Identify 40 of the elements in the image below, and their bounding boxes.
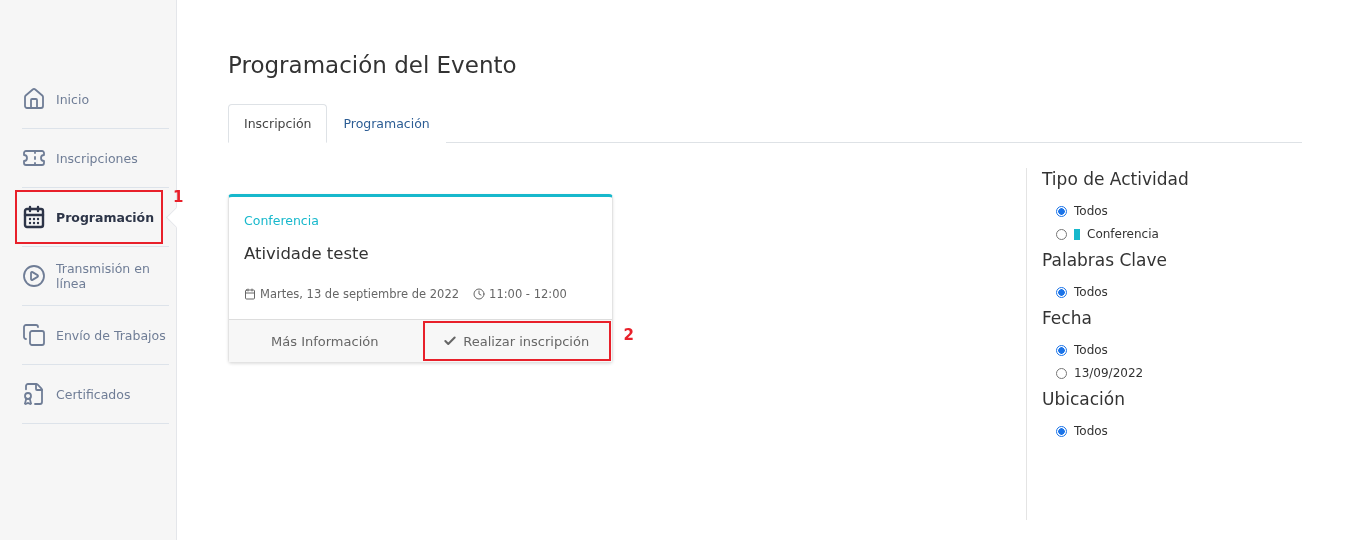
- info-button[interactable]: Más Información: [229, 320, 421, 362]
- annotation-number: 2: [623, 326, 634, 344]
- radio-button[interactable]: [1056, 367, 1067, 379]
- sidebar-item[interactable]: Inscripciones: [22, 129, 169, 188]
- option-label: Todos: [1074, 285, 1108, 299]
- time-text: 11:00 - 12:00: [489, 287, 567, 301]
- clock-icon: [473, 288, 486, 300]
- sidebar-item[interactable]: Inicio: [22, 70, 169, 129]
- tab[interactable]: Inscripción: [228, 104, 328, 143]
- filter-title: Palabras Clave: [1042, 250, 1169, 270]
- radio-button[interactable]: [1056, 344, 1067, 356]
- sidebar-item[interactable]: Envío de Trabajos: [22, 306, 169, 365]
- copy-icon: [22, 323, 46, 347]
- calendar-icon: [22, 205, 46, 229]
- radio-button[interactable]: [1056, 205, 1067, 217]
- radio-button[interactable]: [1056, 228, 1067, 240]
- option-label: 13/09/2022: [1074, 366, 1144, 380]
- sidebar-item[interactable]: Programación: [22, 188, 169, 247]
- annotation-number: 1: [173, 188, 184, 206]
- house-icon: [22, 87, 46, 111]
- activity-title: Atividade teste: [244, 244, 370, 263]
- sidebar-item[interactable]: Certificados: [22, 365, 169, 424]
- option-label: Todos: [1074, 424, 1108, 438]
- date-text: Martes, 13 de septiembre de 2022: [260, 287, 460, 301]
- enroll-button[interactable]: Realizar inscripción: [420, 320, 612, 362]
- option-label: Todos: [1074, 343, 1108, 357]
- filter-title: Fecha: [1042, 308, 1093, 328]
- radio-button[interactable]: [1056, 425, 1067, 437]
- check-icon: [443, 334, 458, 348]
- calendar-icon: [244, 288, 256, 300]
- filter-title: Ubicación: [1042, 389, 1126, 409]
- page-title: Programación del Evento: [228, 52, 518, 78]
- category-label: Conferencia: [244, 213, 320, 228]
- radio-button[interactable]: [1056, 286, 1067, 298]
- option-label: Todos: [1074, 204, 1108, 218]
- sidebar-item[interactable]: Transmisión en línea: [22, 247, 169, 306]
- certificate-icon: [22, 382, 46, 406]
- play-icon: [22, 264, 46, 288]
- option-label: Conferencia: [1087, 227, 1159, 241]
- filter-title: Tipo de Actividad: [1042, 169, 1190, 189]
